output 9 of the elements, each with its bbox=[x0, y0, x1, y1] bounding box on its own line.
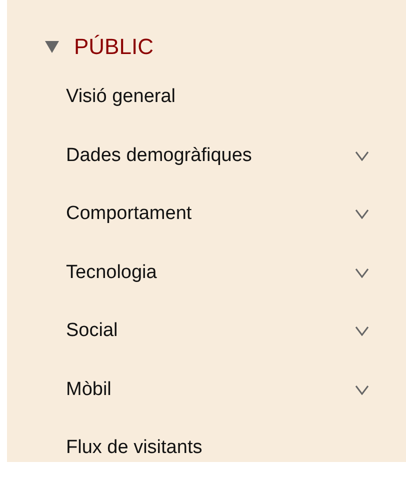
menu-item[interactable]: Tecnologia bbox=[7, 244, 406, 302]
menu-item[interactable]: Visió general bbox=[7, 68, 406, 126]
menu-item[interactable]: Mòbil bbox=[7, 360, 406, 419]
menu-item[interactable]: Dades demogràfiques bbox=[7, 126, 406, 185]
menu-item[interactable]: Comportament bbox=[7, 185, 406, 244]
section-header[interactable]: PÚBLIC bbox=[7, 34, 154, 60]
menu-item[interactable]: Social bbox=[7, 302, 406, 360]
triangle-down-icon bbox=[44, 40, 60, 54]
menu-item[interactable]: Flux de visitants bbox=[7, 419, 406, 478]
